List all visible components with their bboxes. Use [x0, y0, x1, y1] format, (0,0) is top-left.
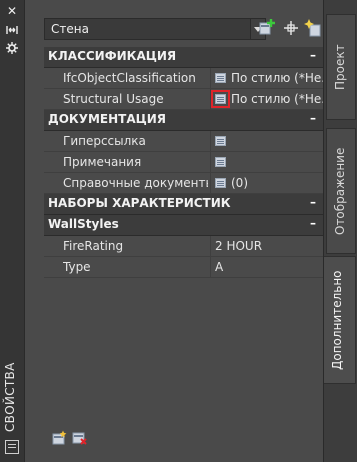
property-name: Гиперссылка — [63, 134, 146, 148]
tab-label: Отображение — [333, 147, 347, 235]
collapse-icon[interactable]: – — [310, 216, 316, 230]
property-row[interactable]: FireRating 2 HOUR — [44, 236, 324, 257]
object-type-combo[interactable]: Стена — [44, 18, 266, 40]
category-header-documentation[interactable]: ДОКУМЕНТАЦИЯ – — [44, 110, 324, 131]
property-value[interactable]: 2 HOUR — [215, 239, 262, 253]
auto-hide-icon[interactable] — [6, 24, 18, 36]
property-value[interactable]: По стилю (*Не... — [231, 92, 333, 106]
palette-options-icon[interactable] — [5, 440, 19, 454]
object-type-value: Стена — [51, 22, 89, 36]
property-row[interactable]: IfcObjectClassification По стилю (*Не... — [44, 68, 333, 89]
properties-panel: Стена КЛАССИФИКАЦИЯ – IfcObjectClassific… — [25, 0, 333, 462]
add-property-set-icon[interactable] — [52, 430, 68, 446]
property-grid: КЛАССИФИКАЦИЯ – IfcObjectClassification … — [44, 47, 333, 278]
tab-extended-data[interactable]: Дополнительно — [324, 256, 356, 384]
category-label: WallStyles — [48, 217, 119, 231]
category-label: НАБОРЫ ХАРАКТЕРИСТИК — [48, 196, 231, 210]
category-header-classification[interactable]: КЛАССИФИКАЦИЯ – — [44, 47, 324, 68]
properties-menu-icon[interactable] — [6, 42, 18, 54]
property-row[interactable]: Справочные документы (0) — [44, 173, 324, 194]
tab-label: Дополнительно — [330, 270, 344, 370]
collapse-icon[interactable]: – — [310, 48, 316, 62]
property-row[interactable]: Type A — [44, 257, 324, 278]
collapse-icon[interactable]: – — [310, 195, 316, 209]
property-name: Примечания — [63, 155, 142, 169]
property-name: Type — [63, 260, 91, 274]
table-icon[interactable] — [215, 157, 226, 167]
category-header-property-sets[interactable]: НАБОРЫ ХАРАКТЕРИСТИК – — [44, 194, 324, 215]
property-value[interactable]: (0) — [231, 176, 248, 190]
property-value[interactable]: A — [215, 260, 223, 274]
remove-property-set-icon[interactable] — [72, 430, 88, 446]
property-name: IfcObjectClassification — [63, 71, 196, 85]
table-icon[interactable] — [215, 178, 226, 188]
tab-display[interactable]: Отображение — [326, 128, 356, 254]
select-objects-icon[interactable] — [281, 18, 301, 38]
quick-select-icon[interactable] — [304, 18, 324, 38]
property-value[interactable]: По стилю (*Не... — [231, 71, 333, 85]
category-label: ДОКУМЕНТАЦИЯ — [48, 112, 167, 126]
palette-title: СВОЙСТВА — [3, 362, 17, 432]
tab-project[interactable]: Проект — [326, 14, 356, 120]
toggle-pickadd-icon[interactable] — [258, 18, 278, 38]
highlight-box — [211, 90, 230, 108]
property-row[interactable]: Примечания — [44, 152, 324, 173]
property-name: FireRating — [63, 239, 124, 253]
palette-tabs: Проект Отображение Дополнительно — [323, 0, 357, 462]
tab-label: Проект — [333, 44, 347, 90]
category-header-wallstyles[interactable]: WallStyles – — [44, 215, 324, 236]
property-row[interactable]: Гиперссылка — [44, 131, 324, 152]
table-icon[interactable] — [215, 136, 226, 146]
collapse-icon[interactable]: – — [310, 111, 316, 125]
property-row[interactable]: Structural Usage По стилю (*Не... — [44, 89, 333, 110]
category-label: КЛАССИФИКАЦИЯ — [48, 49, 177, 63]
property-name: Справочные документы — [63, 176, 208, 190]
table-icon[interactable] — [215, 73, 226, 83]
close-icon[interactable]: ✕ — [6, 5, 18, 17]
palette-title-bar: ✕ СВОЙСТВА — [0, 0, 25, 462]
property-name: Structural Usage — [63, 92, 164, 106]
